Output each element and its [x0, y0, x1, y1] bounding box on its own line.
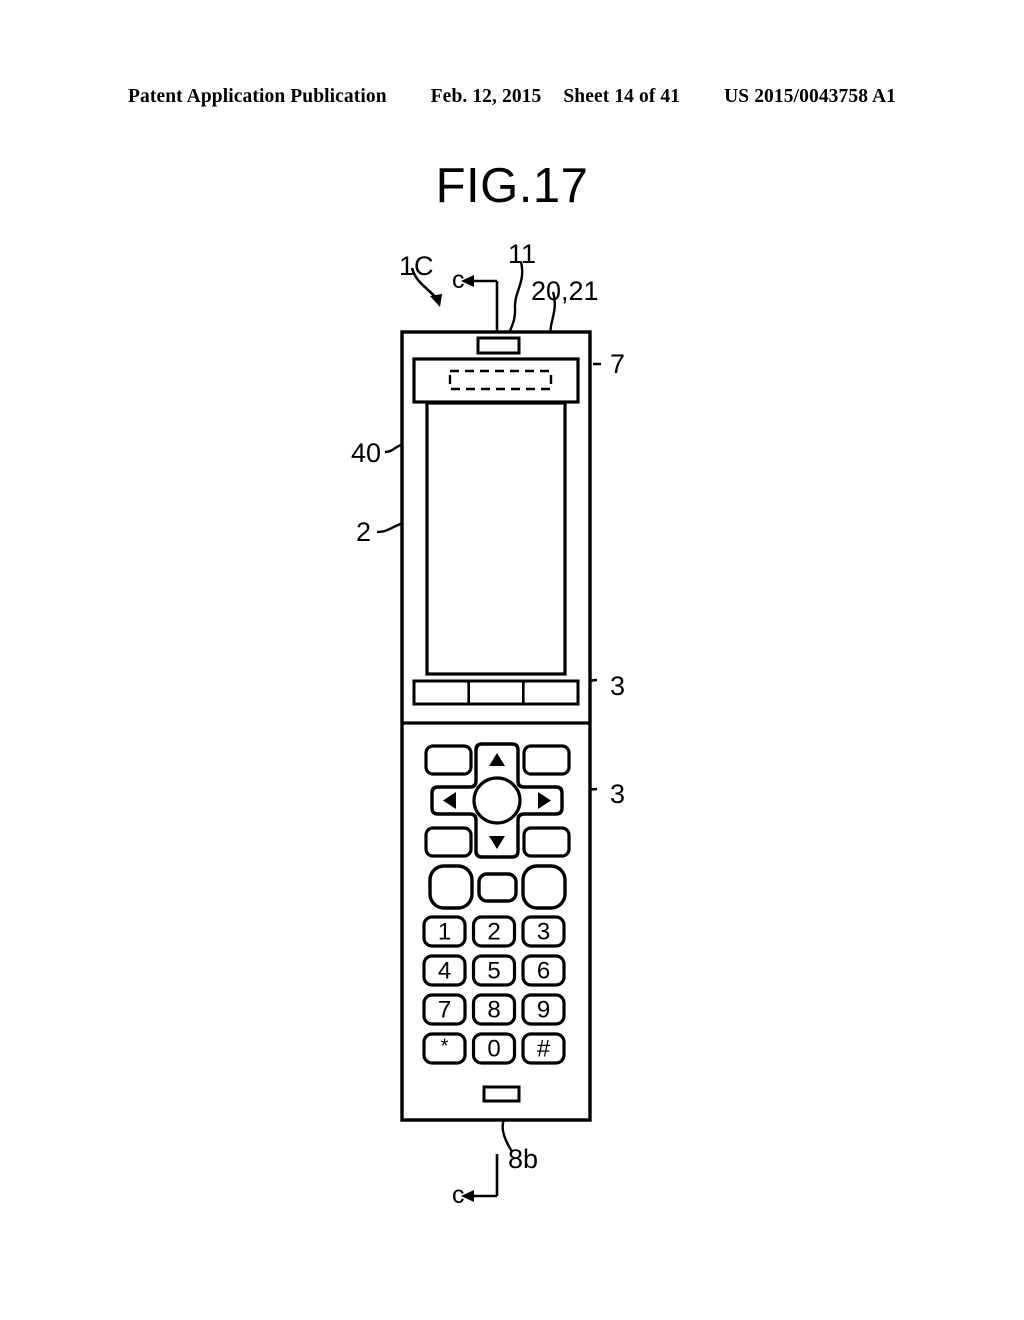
callout-section-top-c: c — [452, 266, 465, 294]
callout-housing-40: 40 — [351, 438, 382, 468]
keypad-key-label: 2 — [487, 919, 500, 946]
keypad-key-label: 1 — [438, 919, 451, 946]
keypad-key-label: 5 — [487, 958, 500, 985]
speaker-slot — [476, 336, 521, 355]
function-key-top-right[interactable] — [522, 744, 571, 776]
patent-figure-drawing: 1 2 3 4 5 6 7 8 9 * 0 # — [0, 0, 1024, 1320]
keypad-key-label: 9 — [537, 997, 550, 1024]
main-display-screen[interactable] — [425, 401, 567, 676]
callout-speaker-11: 11 — [508, 239, 537, 269]
center-menu-key[interactable] — [477, 872, 518, 903]
function-key-bottom-right[interactable] — [522, 826, 571, 858]
softkey-button-2[interactable] — [469, 681, 524, 704]
softkey-button-1[interactable] — [414, 681, 469, 704]
keypad-key-label: 8 — [487, 997, 500, 1024]
callout-display-2: 2 — [356, 517, 372, 547]
softkey-row — [412, 679, 580, 706]
softkey-button-3[interactable] — [523, 681, 578, 704]
callout-dashed-region-7: 7 — [610, 349, 626, 379]
callout-antenna-2021: 20,21 — [531, 276, 599, 306]
keypad-key-label: * — [441, 1036, 449, 1058]
keypad-key-label: 0 — [487, 1036, 500, 1063]
call-key[interactable] — [428, 864, 474, 910]
callout-navkeys-3: 3 — [610, 779, 626, 809]
keypad-key-label: 6 — [537, 958, 550, 985]
function-key-bottom-left[interactable] — [424, 826, 473, 858]
section-arrow-bottom — [461, 1154, 499, 1202]
function-key-top-left[interactable] — [424, 744, 473, 776]
device-diagram-svg: 1 2 3 4 5 6 7 8 9 * 0 # — [376, 261, 601, 1202]
end-key[interactable] — [521, 864, 567, 910]
dpad-center-button[interactable] — [472, 776, 522, 825]
callout-section-bottom-c: c — [452, 1181, 465, 1209]
keypad-key-label: 4 — [438, 958, 451, 985]
upper-panel-antenna-region — [412, 357, 580, 404]
keypad-key-label: 3 — [537, 919, 550, 946]
microphone-slot — [482, 1085, 521, 1103]
callout-microphone-8b: 8b — [508, 1144, 539, 1174]
keypad-key-label: 7 — [438, 997, 451, 1024]
callout-softkeys-3: 3 — [610, 671, 626, 701]
section-arrow-top — [461, 275, 499, 332]
keypad-key-label: # — [537, 1036, 551, 1063]
callout-device-1c: 1C — [399, 251, 434, 281]
